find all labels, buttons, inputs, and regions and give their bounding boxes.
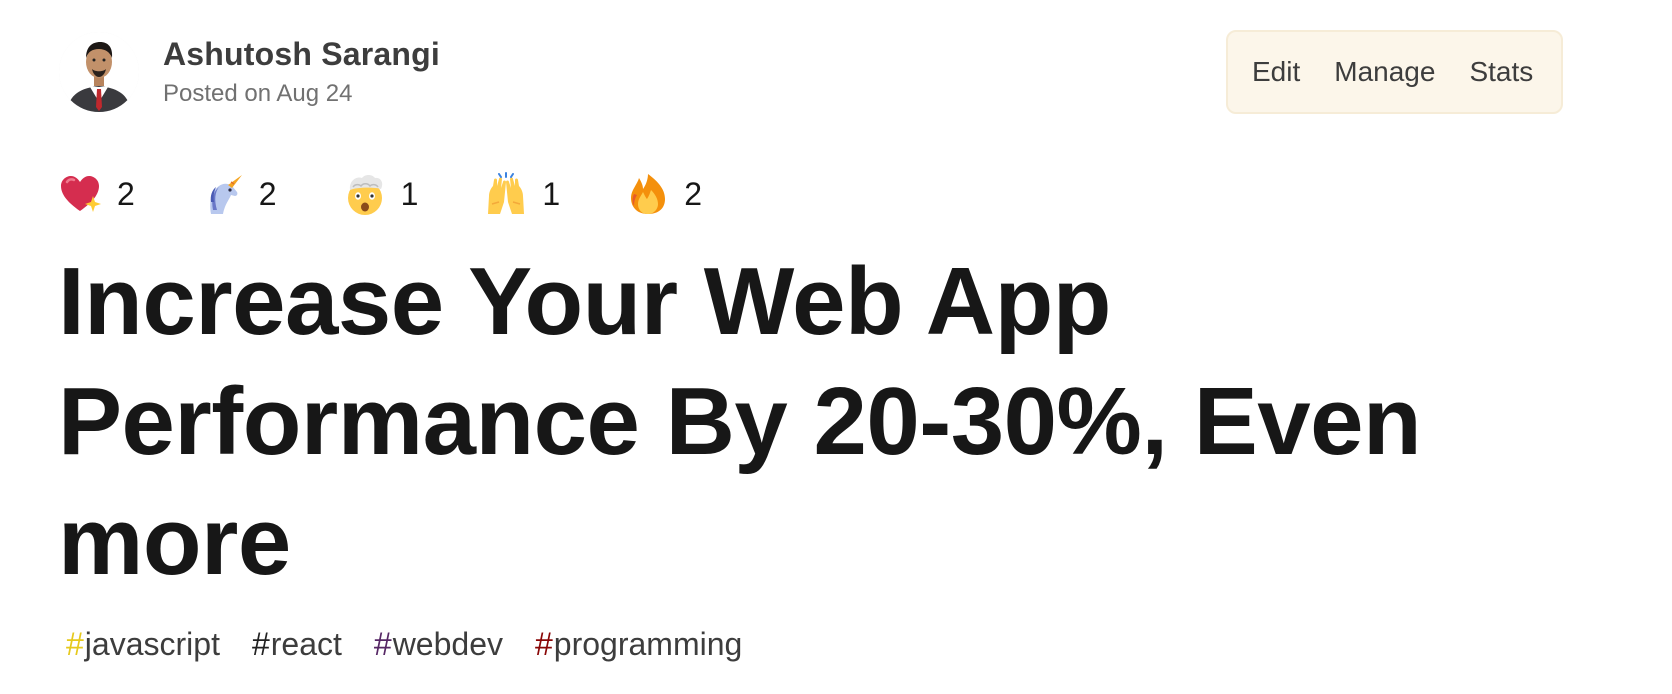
reaction-count: 2 (258, 176, 277, 212)
tag-webdev[interactable]: #webdev (374, 624, 503, 664)
exploding-head-icon (347, 175, 382, 215)
reactions-bar: 2 2 1 1 2 (59, 172, 768, 216)
tag-react[interactable]: #react (252, 624, 342, 664)
edit-link[interactable]: Edit (1252, 54, 1300, 90)
author-name[interactable]: Ashutosh Sarangi (163, 34, 440, 74)
post-actions: Edit Manage Stats (1226, 30, 1563, 114)
post-title: Increase Your Web App Performance By 20-… (58, 248, 1422, 595)
reaction-unicorn[interactable]: 2 (201, 172, 277, 216)
fire-icon (631, 174, 666, 214)
tag-hash: # (66, 626, 84, 662)
author-meta: Ashutosh Sarangi Posted on Aug 24 (163, 34, 440, 110)
tag-javascript[interactable]: #javascript (66, 624, 220, 664)
reaction-count: 2 (684, 176, 702, 212)
manage-link[interactable]: Manage (1334, 54, 1435, 90)
tag-hash: # (534, 626, 553, 662)
tag-label: webdev (392, 626, 503, 662)
post-date: Posted on Aug 24 (163, 80, 353, 107)
author-header: Ashutosh Sarangi Posted on Aug 24 (59, 32, 440, 112)
tag-label: react (270, 626, 342, 662)
reaction-fire[interactable]: 2 (626, 172, 702, 216)
reaction-sparkle-heart[interactable]: 2 (59, 172, 135, 216)
author-avatar[interactable] (59, 32, 139, 112)
tag-programming[interactable]: #programming (535, 624, 742, 664)
reaction-count: 2 (117, 176, 135, 212)
raised-hands-icon (488, 172, 525, 214)
tag-list: #javascript #react #webdev #programming (66, 624, 774, 664)
tag-label: javascript (84, 626, 220, 662)
reaction-raised-hands[interactable]: 1 (484, 172, 560, 216)
reaction-exploding-head[interactable]: 1 (343, 172, 419, 216)
tag-hash: # (373, 626, 392, 662)
unicorn-icon (210, 175, 242, 214)
stats-link[interactable]: Stats (1469, 54, 1533, 90)
tag-label: programming (553, 626, 743, 662)
sparkle-heart-icon (61, 176, 101, 212)
reaction-count: 1 (400, 176, 419, 212)
reaction-count: 1 (542, 176, 561, 212)
tag-hash: # (251, 626, 270, 662)
avatar-portrait-icon (59, 32, 139, 112)
